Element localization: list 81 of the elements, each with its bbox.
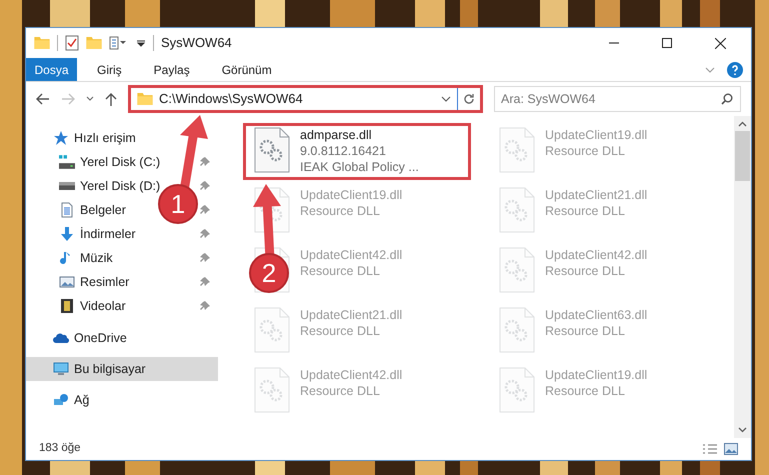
pin-icon[interactable] — [200, 229, 210, 239]
close-icon — [714, 38, 726, 48]
sidebar-label[interactable]: Videolar — [80, 296, 126, 316]
file-menu-tab[interactable]: Dosya — [26, 58, 77, 81]
search-icon[interactable] — [721, 93, 733, 105]
new-folder-icon — [86, 37, 102, 49]
drive-icon — [59, 182, 75, 190]
folder-icon — [34, 37, 50, 49]
sidebar-label[interactable]: Yerel Disk (D:) — [80, 176, 160, 196]
search-field[interactable]: Ara: SysWOW64 — [494, 86, 741, 112]
sidebar-label[interactable]: Bu bilgisayar — [74, 360, 146, 378]
file-description: Resource DLL — [300, 323, 381, 339]
file-description: Resource DLL — [545, 203, 626, 219]
back-arrow-icon[interactable] — [36, 93, 50, 105]
file-name: UpdateClient19.dll — [545, 127, 648, 143]
file-description: Resource DLL — [545, 143, 626, 159]
window-title: SysWOW64 — [161, 34, 232, 52]
dropdown-icon[interactable] — [136, 38, 146, 48]
folder-icon — [137, 93, 153, 105]
file-name: UpdateClient42.dll — [300, 247, 402, 263]
file-version: 9.0.8112.16421 — [300, 143, 387, 159]
file-description: IEAK Global Policy ... — [300, 159, 419, 175]
computer-icon — [53, 361, 69, 377]
pin-icon[interactable] — [200, 253, 210, 263]
minimize-icon — [609, 42, 619, 44]
drive-icon — [59, 154, 75, 170]
sidebar-label[interactable]: Yerel Disk (C:) — [80, 152, 160, 172]
file-description: Resource DLL — [545, 323, 626, 339]
file-description: Resource DLL — [300, 203, 381, 219]
sidebar-label[interactable]: İndirmeler — [80, 224, 136, 244]
file-name: UpdateClient63.dll — [545, 307, 648, 323]
pin-icon[interactable] — [200, 277, 210, 287]
file-description: Resource DLL — [300, 263, 381, 279]
file-description: Resource DLL — [545, 383, 626, 399]
file-description: Resource DLL — [300, 383, 381, 399]
pin-icon[interactable] — [200, 181, 210, 191]
sidebar-label[interactable]: Ağ — [74, 390, 90, 410]
up-arrow-icon[interactable] — [105, 92, 117, 106]
ribbon-tab[interactable]: Giriş — [85, 58, 134, 81]
sidebar-label[interactable]: Belgeler — [80, 200, 126, 220]
scrollbar[interactable] — [734, 116, 751, 438]
file-name: UpdateClient42.dll — [545, 247, 648, 263]
file-name: UpdateClient42.dll — [300, 367, 402, 383]
pin-icon[interactable] — [200, 157, 210, 167]
file-name: UpdateClient21.dll — [545, 187, 648, 203]
checklist-icon[interactable] — [65, 35, 79, 51]
refresh-icon — [463, 93, 475, 105]
sidebar-label[interactable]: Resimler — [80, 272, 130, 292]
address-bar[interactable]: C:\Windows\SysWOW64 — [128, 85, 483, 113]
large-icons-view-icon[interactable] — [724, 443, 738, 455]
file-name: admparse.dll — [300, 127, 373, 143]
pin-icon[interactable] — [200, 301, 210, 311]
item-count: 183 öğe — [39, 441, 82, 456]
sidebar-label[interactable]: Müzik — [80, 248, 113, 268]
sidebar-item[interactable]: Bu bilgisayar — [26, 357, 218, 381]
maximize-icon — [662, 38, 672, 48]
scroll-up-icon[interactable] — [738, 121, 747, 127]
address-path: C:\Windows\SysWOW64 — [159, 90, 303, 108]
properties-icon[interactable] — [109, 36, 129, 50]
details-view-icon[interactable] — [702, 443, 718, 455]
file-name: UpdateClient19.dll — [300, 187, 402, 203]
document-icon — [59, 202, 75, 218]
picture-icon — [59, 274, 75, 290]
star-icon — [53, 130, 69, 146]
sidebar-label[interactable]: OneDrive — [74, 328, 127, 348]
sidebar-label[interactable]: Hızlı erişim — [74, 128, 136, 148]
network-icon — [53, 392, 69, 408]
pin-icon[interactable] — [200, 205, 210, 215]
download-icon — [59, 226, 75, 242]
help-icon[interactable] — [727, 62, 743, 78]
file-name: UpdateClient19.dll — [545, 367, 648, 383]
file-item[interactable]: admparse.dll 9.0.8112.16421 IEAK Global Policy ... — [243, 123, 471, 180]
chevron-down-icon[interactable] — [441, 95, 451, 103]
file-description: Resource DLL — [545, 263, 626, 279]
ribbon-tab[interactable]: Görünüm — [210, 58, 284, 81]
file-name: UpdateClient21.dll — [300, 307, 402, 323]
scroll-down-icon[interactable] — [738, 427, 747, 433]
ribbon-tab[interactable]: Paylaş — [142, 58, 202, 81]
film-icon — [59, 298, 75, 314]
scroll-thumb[interactable] — [735, 131, 750, 181]
caret-icon[interactable] — [86, 96, 94, 102]
